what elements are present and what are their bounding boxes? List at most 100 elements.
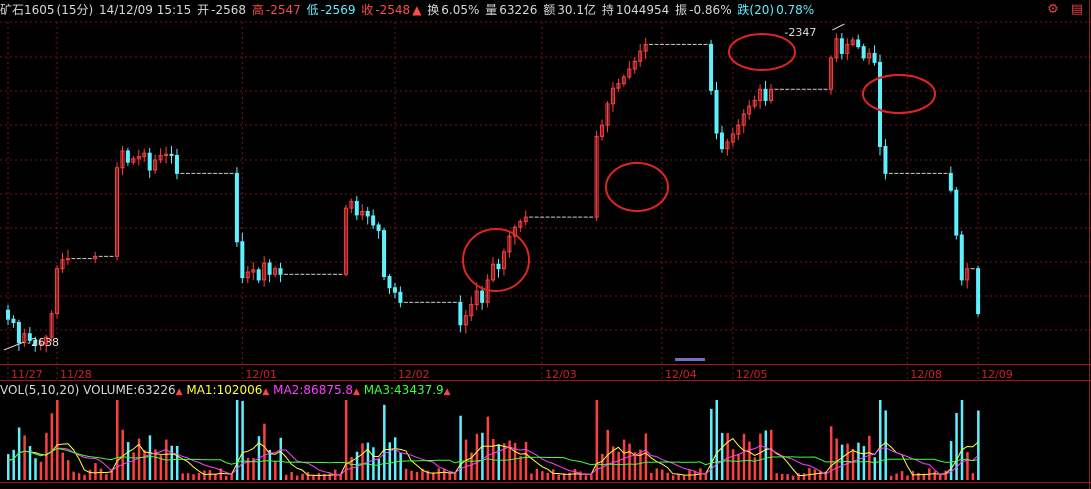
candle-body	[480, 290, 485, 303]
volume-bar	[486, 416, 490, 480]
volume-bar	[671, 475, 675, 480]
candle-body	[169, 153, 174, 156]
volume-bar	[56, 400, 59, 480]
volume-bar	[295, 475, 299, 480]
volume-bar	[813, 469, 817, 480]
candle-body	[382, 230, 387, 278]
volume-bar	[895, 473, 898, 480]
scroll-thumb	[675, 358, 705, 361]
volume-bar	[306, 472, 310, 480]
ma3-value: 43437.9	[394, 383, 444, 397]
volume-bar	[840, 444, 844, 480]
candle-body	[16, 322, 21, 344]
ma3-up-icon: ▲	[443, 387, 451, 397]
volume-bar	[633, 452, 637, 480]
x-tick-label: 12/08	[910, 368, 942, 381]
volume-bar	[344, 400, 348, 480]
candle-body	[398, 291, 403, 303]
volume-bar	[481, 432, 484, 480]
volume-bar	[377, 459, 381, 480]
volume-bar	[312, 475, 315, 480]
volume-bar	[791, 475, 795, 480]
volume-bar	[12, 449, 15, 480]
volume-bar	[628, 443, 631, 480]
volume-bar	[595, 400, 599, 480]
volume-bar	[77, 473, 81, 480]
volume-bar	[443, 468, 446, 480]
volume-bar	[682, 474, 686, 480]
volume-bar	[715, 400, 718, 480]
x-tick-label: 12/03	[545, 368, 577, 381]
volume-bar	[83, 474, 86, 480]
grid-lines	[0, 0, 1091, 489]
ma2-label: MA2:	[273, 383, 304, 397]
volume-bar	[622, 439, 626, 480]
volume-bar	[497, 444, 500, 480]
volume-bar	[693, 471, 697, 480]
candle-body	[976, 268, 981, 315]
volume-bar	[126, 442, 130, 480]
volume-bar	[704, 473, 708, 480]
volume-bar	[274, 460, 277, 480]
candle-body	[458, 301, 463, 326]
volume-bar	[644, 433, 648, 480]
volume-bar	[584, 475, 588, 480]
volume-bar	[557, 474, 560, 480]
volume-bar	[661, 469, 664, 480]
price-chart[interactable]: 11/27 11/28 12/01 12/02 12/03 12/04 12/05 12/08…	[0, 0, 1091, 489]
volume-bar	[383, 404, 386, 480]
x-tick-label: 12/09	[981, 368, 1013, 381]
volume-bar	[399, 452, 402, 480]
volume-bar	[181, 473, 184, 480]
volume-bar	[819, 471, 822, 480]
volume-bar	[541, 471, 544, 480]
candle-body	[256, 269, 261, 281]
volume-bar	[835, 438, 838, 480]
volume-bar	[175, 445, 179, 480]
volume-bar	[900, 471, 904, 480]
volume-bar	[208, 470, 212, 480]
volume-bar	[132, 452, 135, 480]
volume-bar	[960, 400, 964, 480]
volume-bar	[143, 450, 146, 480]
ma1-value: 102006	[216, 383, 263, 397]
x-tick-label: 12/04	[665, 368, 697, 381]
volume-bar	[568, 472, 571, 480]
volume-bar	[225, 475, 228, 480]
candle-body	[861, 46, 866, 59]
volume-bar	[737, 453, 740, 480]
circle-markup	[462, 228, 530, 292]
volume-bar	[917, 473, 920, 480]
volume-bar	[203, 470, 206, 480]
circle-markups	[462, 33, 936, 292]
volume-bar	[535, 468, 539, 480]
volume-bar	[655, 468, 659, 480]
volume-bar	[339, 474, 342, 480]
candle-body	[6, 309, 10, 320]
candle-body	[719, 132, 724, 150]
ma3-label: MA3:	[363, 383, 395, 397]
ma1-up-icon: ▲	[262, 387, 270, 397]
volume-bar	[34, 458, 37, 480]
volume-bar	[148, 435, 152, 480]
volume-bar	[388, 442, 391, 480]
volume-bar	[241, 400, 244, 480]
high-leader-line	[832, 23, 845, 31]
volume-bar	[192, 474, 195, 480]
candle-body	[948, 172, 953, 191]
volume-bar	[955, 413, 958, 480]
volume-bar	[437, 468, 441, 480]
volume-bar	[775, 473, 778, 480]
candle-body	[376, 224, 381, 232]
volume-bar	[99, 468, 103, 480]
volume-bar	[829, 426, 833, 480]
volume-bar	[524, 441, 528, 480]
volume-bar	[290, 472, 293, 480]
candle-body	[354, 200, 359, 216]
ma1-label: MA1:	[186, 383, 217, 397]
volume-bar	[415, 472, 419, 480]
x-tick-label: 11/28	[60, 368, 92, 381]
volume-bar	[372, 447, 375, 480]
x-tick-label: 12/02	[398, 368, 430, 381]
volume-bar	[802, 473, 806, 480]
